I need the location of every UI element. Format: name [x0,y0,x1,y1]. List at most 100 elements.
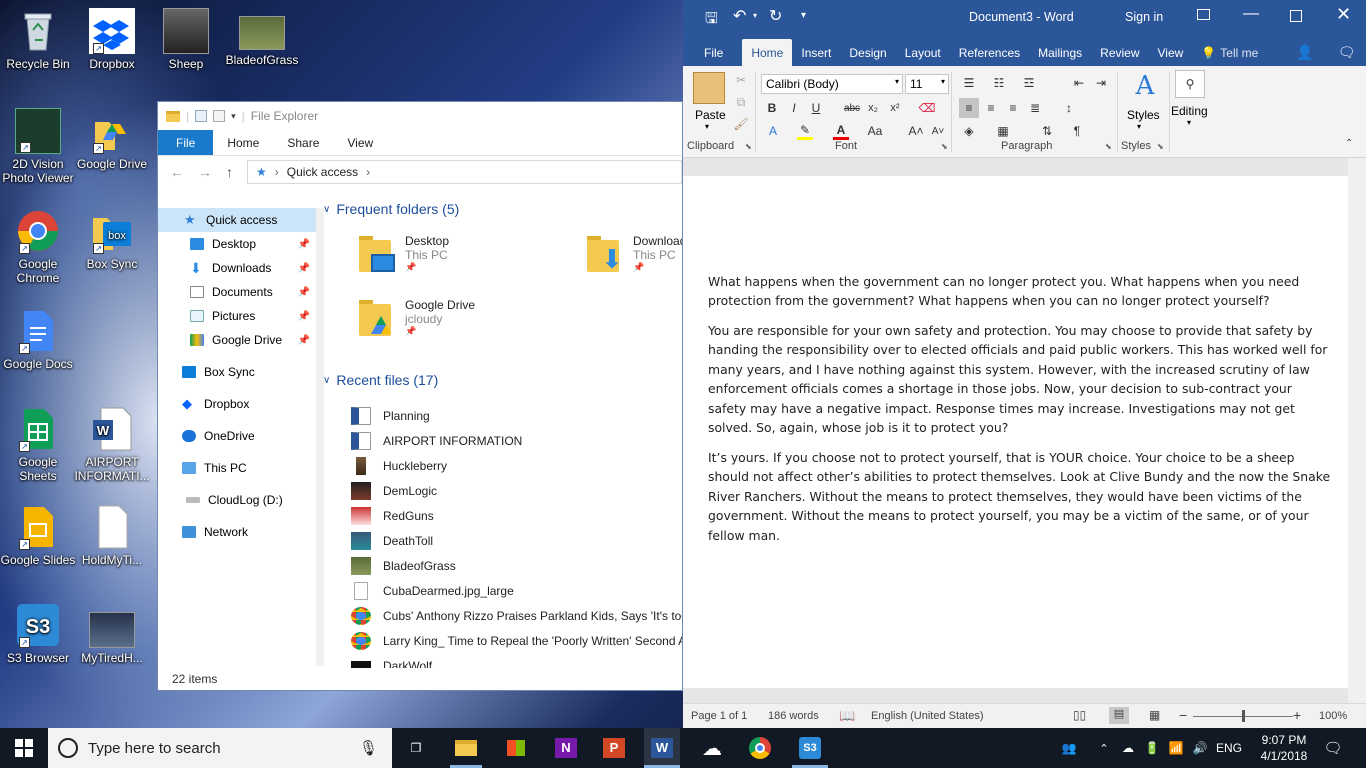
desktop-icon-sheep[interactable]: Sheep [148,8,224,71]
action-center-icon[interactable]: 🗨 [1322,728,1344,768]
ribbon-display-options-icon[interactable] [1197,9,1210,20]
zoom-in-icon[interactable]: + [1293,707,1301,723]
tab-insert[interactable]: Insert [792,39,840,66]
desktop-icon-google-docs[interactable]: ↗ Google Docs [0,308,76,371]
recent-file-item[interactable]: CubaDearmed.jpg_large [323,578,682,603]
zoom-out-icon[interactable]: − [1179,707,1187,723]
tab-view[interactable]: View [333,130,387,155]
tab-mailings[interactable]: Mailings [1029,39,1091,66]
align-left-icon[interactable]: ≡ [959,98,979,118]
paragraph-2[interactable]: You are responsible for your own safety … [708,321,1333,437]
frequent-folders-header[interactable]: ∨ Frequent folders (5) [323,198,682,220]
dialog-launcher-icon[interactable]: ⬊ [941,142,948,151]
pin-icon[interactable]: 📌 [298,239,310,250]
desktop-icon-google-drive[interactable]: ↗ Google Drive [74,108,150,171]
nav-quick-access[interactable]: ★ Quick access [158,208,316,232]
taskbar-store[interactable] [498,728,534,768]
properties-icon[interactable] [195,110,208,122]
taskbar-file-explorer[interactable] [448,728,484,768]
desktop-icon-holdmyti[interactable]: HoldMyTi... [74,504,150,567]
styles-icon[interactable]: A [1129,70,1161,102]
nav-documents[interactable]: Documents 📌 [158,280,316,304]
numbering-icon[interactable]: ☷ [989,74,1009,92]
sign-in-link[interactable]: Sign in [1125,10,1163,24]
quick-access-dropdown-icon[interactable]: ▾ [231,111,236,122]
zoom-level[interactable]: 100% [1319,710,1347,722]
subscript-icon[interactable]: x₂ [865,99,881,117]
desktop-icon-airport-information[interactable]: W AIRPORT INFORMATI... [74,406,150,483]
recent-file-item[interactable]: DeathToll [323,528,682,553]
tab-share[interactable]: Share [273,130,333,155]
paste-dropdown-icon[interactable]: ▾ [705,122,709,131]
forward-arrow-icon[interactable]: → [198,164,212,180]
recent-file-item[interactable]: Huckleberry [323,453,682,478]
recent-file-item[interactable]: AIRPORT INFORMATION [323,428,682,453]
breadcrumb-chevron-icon[interactable]: › [275,165,279,179]
copy-icon[interactable]: ⧉ [733,94,749,110]
font-color-icon[interactable]: A [833,122,849,140]
font-name-select[interactable]: Calibri (Body) ▾ [761,74,903,94]
recent-file-item[interactable]: BladeofGrass [323,553,682,578]
desktop-icon-photo-viewer[interactable]: ↗ 2D Vision Photo Viewer [0,108,76,185]
dialog-launcher-icon[interactable]: ⬊ [1157,142,1164,151]
microphone-icon[interactable]: 🎙 [359,739,378,757]
superscript-icon[interactable]: x² [887,99,903,117]
highlight-icon[interactable]: ✎ [797,122,813,140]
language-indicator[interactable]: English (United States) [871,710,984,722]
align-center-icon[interactable]: ≡ [981,98,1001,118]
align-right-icon[interactable]: ≡ [1003,98,1023,118]
tab-file[interactable]: File [158,130,214,155]
desktop-icon-dropbox[interactable]: ↗ Dropbox [74,8,150,71]
multilevel-list-icon[interactable]: ☲ [1019,74,1039,92]
show-formatting-icon[interactable]: ¶ [1067,122,1087,140]
taskbar-search-box[interactable]: Type here to search 🎙 [48,728,392,768]
styles-dropdown-icon[interactable]: ▾ [1137,122,1141,131]
bullets-icon[interactable]: ☰ [959,74,979,92]
nav-cloudlog-drive[interactable]: CloudLog (D:) [158,488,316,512]
clear-formatting-icon[interactable]: ⌫ [919,99,936,117]
sort-icon[interactable]: ⇅ [1037,122,1057,140]
grow-font-icon[interactable]: A˄ [909,122,924,140]
desktop-icon-box-sync[interactable]: box ↗ Box Sync [74,208,150,271]
paragraph-3[interactable]: It’s yours. If you choose not to protect… [708,448,1333,545]
close-icon[interactable]: ✕ [1336,4,1351,25]
clock[interactable]: 9:07 PM 4/1/2018 [1256,732,1312,764]
word-count[interactable]: 186 words [768,710,819,722]
people-icon[interactable]: 👥 [1058,728,1080,768]
nav-pictures[interactable]: Pictures 📌 [158,304,316,328]
decrease-indent-icon[interactable]: ⇤ [1069,74,1089,92]
maximize-icon[interactable] [1290,10,1302,22]
recent-file-item[interactable]: DarkWolf [323,653,682,668]
pin-icon[interactable]: 📌 [298,263,310,274]
shading-icon[interactable]: ◈ [959,122,979,140]
proofing-icon[interactable]: 📖 [839,708,855,724]
format-painter-icon[interactable]: 🖌 [733,116,749,132]
show-hidden-icons[interactable]: ⌃ [1096,728,1112,768]
recent-file-item[interactable]: Cubs' Anthony Rizzo Praises Parkland Kid… [323,603,682,628]
nav-downloads[interactable]: ⬇ Downloads 📌 [158,256,316,280]
tell-me-box[interactable]: 💡 Tell me [1192,39,1267,66]
onedrive-tray-icon[interactable]: ☁ [1118,728,1138,768]
increase-indent-icon[interactable]: ⇥ [1091,74,1111,92]
recent-file-item[interactable]: DemLogic [323,478,682,503]
paste-button[interactable]: Paste [695,108,726,122]
font-size-select[interactable]: 11 ▾ [905,74,949,94]
underline-icon[interactable]: U [809,99,823,117]
strikethrough-icon[interactable]: abc [843,99,861,117]
web-layout-icon[interactable]: ▦ [1149,708,1160,722]
tab-home[interactable]: Home [213,130,273,155]
recent-file-item[interactable]: Planning [323,403,682,428]
comments-icon[interactable]: 🗨 [1329,39,1365,66]
wifi-icon[interactable]: 📶 [1166,728,1186,768]
input-language[interactable]: ENG [1214,728,1244,768]
tab-review[interactable]: Review [1091,39,1148,66]
page-count[interactable]: Page 1 of 1 [691,710,747,722]
volume-icon[interactable]: 🔊 [1190,728,1210,768]
desktop-icon-recycle-bin[interactable]: Recycle Bin [0,8,76,71]
bold-icon[interactable]: B [765,99,779,117]
back-arrow-icon[interactable]: ← [170,164,184,180]
save-icon[interactable]: 🖫 [705,8,718,33]
recent-files-header[interactable]: ∨ Recent files (17) [323,369,438,391]
desktop-icon-google-sheets[interactable]: ↗ Google Sheets [0,406,76,483]
taskbar-s3-browser[interactable]: S3 [792,728,828,768]
